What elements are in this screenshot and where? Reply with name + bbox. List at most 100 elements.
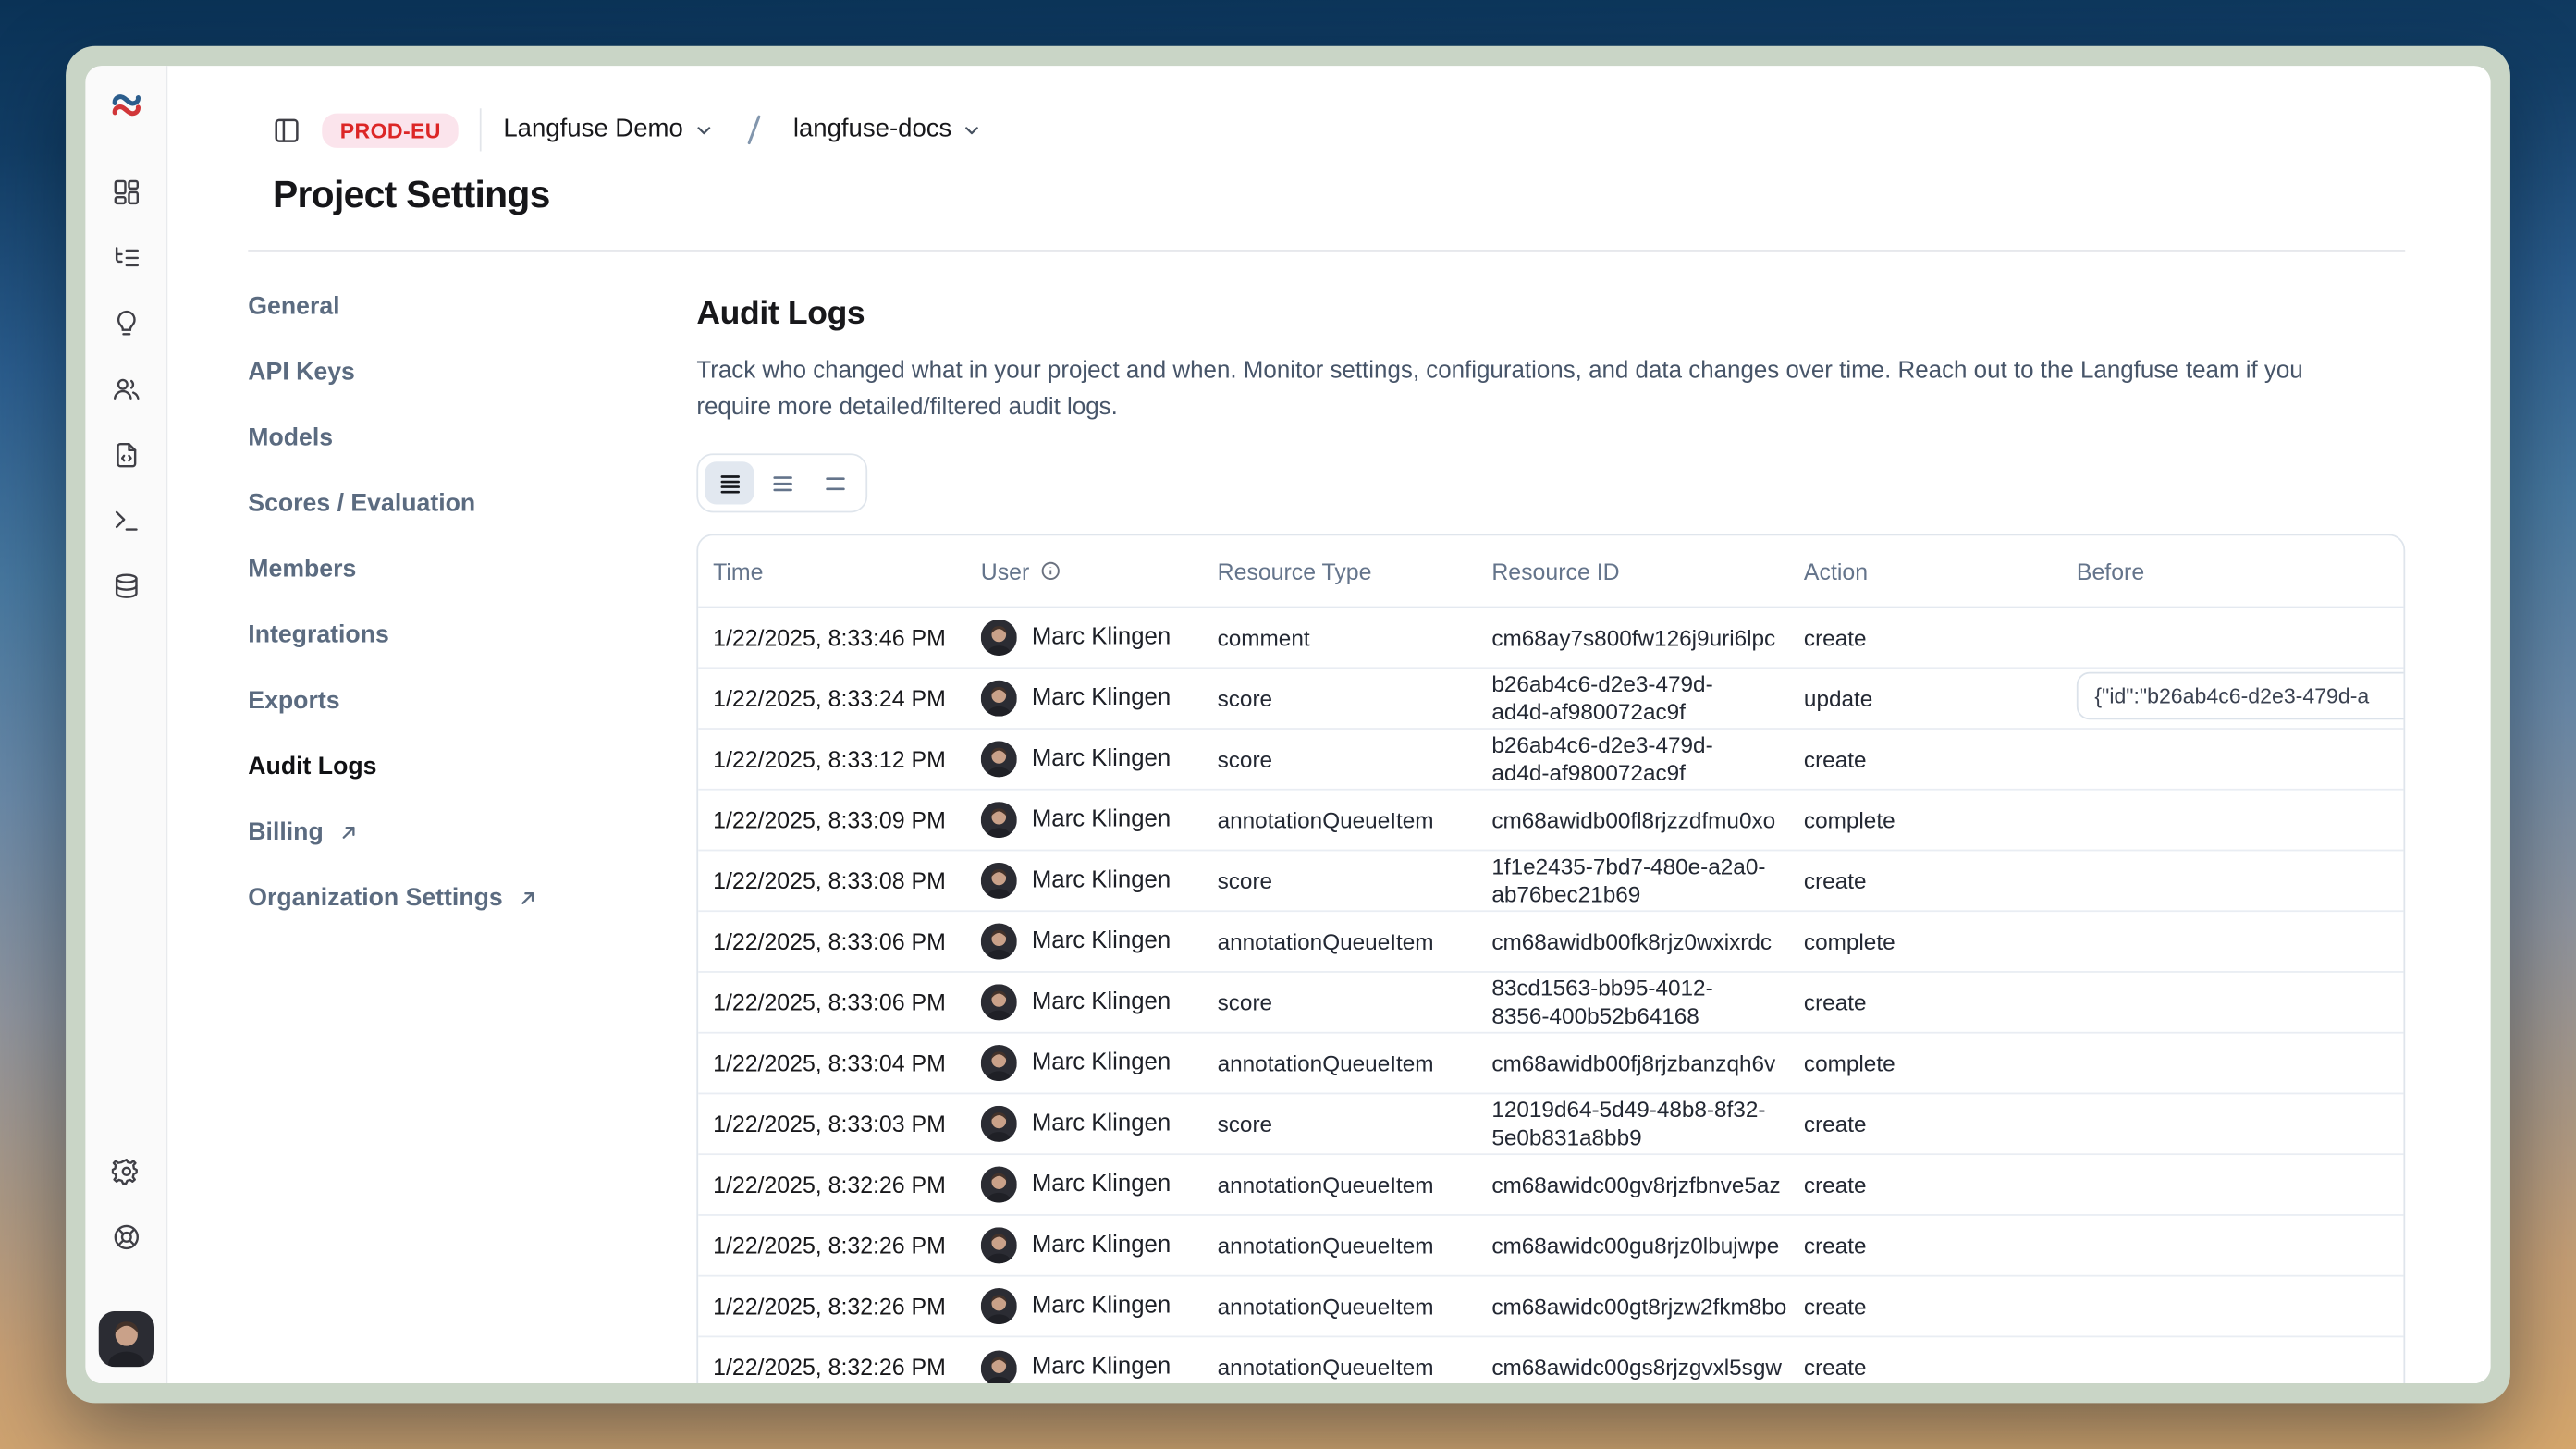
user-name: Marc Klingen [1032, 1110, 1171, 1137]
support-lifebuoy-icon[interactable] [111, 1222, 141, 1252]
cell-user: Marc Klingen [966, 681, 1203, 717]
cell-user: Marc Klingen [966, 1288, 1203, 1324]
datasets-file-icon[interactable] [111, 440, 141, 470]
settings-nav-item-integrations[interactable]: Integrations [248, 601, 696, 667]
panel-left-icon[interactable] [273, 116, 301, 143]
cell-action: create [1789, 1354, 2062, 1381]
user-avatar-icon [981, 1350, 1017, 1383]
user-avatar-icon [981, 1045, 1017, 1081]
user-avatar[interactable] [98, 1311, 153, 1367]
cell-resource-id: cm68awidc00gs8rjzgvxl5sgw [1477, 1354, 1789, 1381]
cell-time: 1/22/2025, 8:33:12 PM [698, 745, 966, 773]
user-name: Marc Klingen [1032, 745, 1171, 773]
rows-sparse-icon [822, 471, 847, 496]
cell-resource-type: annotationQueueItem [1203, 806, 1478, 834]
cell-action: complete [1789, 806, 2062, 834]
row-height-medium-button[interactable] [757, 461, 806, 504]
column-header-resource-type: Resource Type [1203, 558, 1478, 583]
tracing-tree-icon[interactable] [111, 243, 141, 273]
rows-medium-icon [769, 471, 794, 496]
user-name: Marc Klingen [1032, 1354, 1171, 1381]
settings-nav-item-models[interactable]: Models [248, 404, 696, 470]
cell-action: complete [1789, 927, 2062, 955]
cell-action: create [1789, 989, 2062, 1016]
user-avatar-icon [981, 802, 1017, 838]
user-name: Marc Klingen [1032, 1232, 1171, 1259]
cell-user: Marc Klingen [966, 863, 1203, 899]
settings-gear-icon[interactable] [111, 1157, 141, 1186]
langfuse-logo-icon[interactable] [109, 89, 142, 122]
cell-user: Marc Klingen [966, 1227, 1203, 1263]
column-header-user: User [966, 558, 1203, 583]
cell-time: 1/22/2025, 8:33:04 PM [698, 1049, 966, 1076]
cell-resource-type: annotationQueueItem [1203, 927, 1478, 955]
dashboard-icon[interactable] [111, 178, 141, 207]
user-avatar-icon [981, 1227, 1017, 1263]
settings-nav: GeneralAPI KeysModelsScores / Evaluation… [248, 252, 696, 930]
cell-time: 1/22/2025, 8:33:09 PM [698, 806, 966, 834]
cell-action: create [1789, 745, 2062, 773]
settings-nav-item-scores-evaluation[interactable]: Scores / Evaluation [248, 470, 696, 535]
database-icon[interactable] [111, 571, 141, 601]
row-height-large-button[interactable] [810, 461, 859, 504]
table-header-row: Time User Resource Type Resource ID Acti… [698, 535, 2403, 608]
settings-nav-item-organization-settings[interactable]: Organization Settings [248, 865, 696, 930]
settings-nav-item-general[interactable]: General [248, 273, 696, 338]
cell-resource-id: cm68awidc00gv8rjzfbnve5az [1477, 1171, 1789, 1198]
table-row: 1/22/2025, 8:33:09 PM Marc Klingen annot… [698, 791, 2403, 852]
user-avatar-icon [981, 924, 1017, 960]
row-height-small-button[interactable] [705, 461, 754, 504]
cell-resource-id: cm68awidb00fj8rjzbanzqh6v [1477, 1049, 1789, 1076]
user-name: Marc Klingen [1032, 1049, 1171, 1076]
cell-before: {"id":"b26ab4c6-d2e3-479d-a [2062, 671, 2404, 726]
project-selector[interactable]: langfuse-docs [793, 115, 983, 144]
cell-resource-id: 83cd1563-bb95-4012-8356-400b52b64168 [1477, 975, 1789, 1030]
info-icon[interactable] [1039, 560, 1061, 582]
user-name: Marc Klingen [1032, 989, 1171, 1016]
table-row: 1/22/2025, 8:32:26 PM Marc Klingen annot… [698, 1155, 2403, 1216]
cell-time: 1/22/2025, 8:33:03 PM [698, 1110, 966, 1137]
cell-user: Marc Klingen [966, 620, 1203, 656]
column-header-resource-id: Resource ID [1477, 558, 1789, 583]
table-row: 1/22/2025, 8:33:03 PM Marc Klingen score… [698, 1094, 2403, 1155]
langfuse-app: PROD-EU Langfuse Demo langfuse-docs Proj… [85, 66, 2490, 1383]
users-icon[interactable] [111, 375, 141, 404]
settings-nav-item-audit-logs[interactable]: Audit Logs [248, 732, 696, 798]
table-row: 1/22/2025, 8:33:06 PM Marc Klingen score… [698, 973, 2403, 1034]
before-value-chip[interactable]: {"id":"b26ab4c6-d2e3-479d-a [2077, 671, 2405, 719]
external-link-icon [518, 887, 539, 908]
cell-resource-type: score [1203, 989, 1478, 1016]
playground-terminal-icon[interactable] [111, 506, 141, 535]
audit-table-card: Time User Resource Type Resource ID Acti… [696, 534, 2405, 1383]
org-selector[interactable]: Langfuse Demo [503, 115, 714, 144]
cell-time: 1/22/2025, 8:32:26 PM [698, 1232, 966, 1259]
section-heading: Audit Logs [696, 296, 2405, 334]
slash-separator-icon [737, 110, 770, 150]
cell-resource-type: score [1203, 745, 1478, 773]
settings-nav-item-members[interactable]: Members [248, 535, 696, 601]
prompts-lightbulb-icon[interactable] [111, 309, 141, 338]
rows-dense-icon [718, 471, 742, 496]
cell-resource-id: b26ab4c6-d2e3-479d-ad4d-af980072ac9f [1477, 670, 1789, 726]
settings-nav-item-exports[interactable]: Exports [248, 667, 696, 732]
section-description: Track who changed what in your project a… [696, 355, 2339, 425]
cell-action: create [1789, 1110, 2062, 1137]
column-header-before: Before [2062, 558, 2404, 583]
cell-resource-type: annotationQueueItem [1203, 1292, 1478, 1320]
user-name: Marc Klingen [1032, 806, 1171, 834]
cell-user: Marc Klingen [966, 1045, 1203, 1081]
user-avatar-icon [981, 1106, 1017, 1142]
settings-nav-item-api-keys[interactable]: API Keys [248, 338, 696, 404]
user-name: Marc Klingen [1032, 1292, 1171, 1320]
table-row: 1/22/2025, 8:33:04 PM Marc Klingen annot… [698, 1034, 2403, 1095]
cell-resource-id: cm68awidb00fk8rjz0wxixrdc [1477, 927, 1789, 955]
environment-badge: PROD-EU [322, 113, 459, 147]
settings-nav-item-billing[interactable]: Billing [248, 799, 696, 865]
cell-time: 1/22/2025, 8:33:06 PM [698, 989, 966, 1016]
cell-user: Marc Klingen [966, 1167, 1203, 1203]
cell-resource-type: annotationQueueItem [1203, 1171, 1478, 1198]
external-link-icon [338, 821, 360, 842]
cell-action: update [1789, 684, 2062, 712]
table-row: 1/22/2025, 8:33:12 PM Marc Klingen score… [698, 730, 2403, 791]
app-window: PROD-EU Langfuse Demo langfuse-docs Proj… [66, 46, 2510, 1404]
